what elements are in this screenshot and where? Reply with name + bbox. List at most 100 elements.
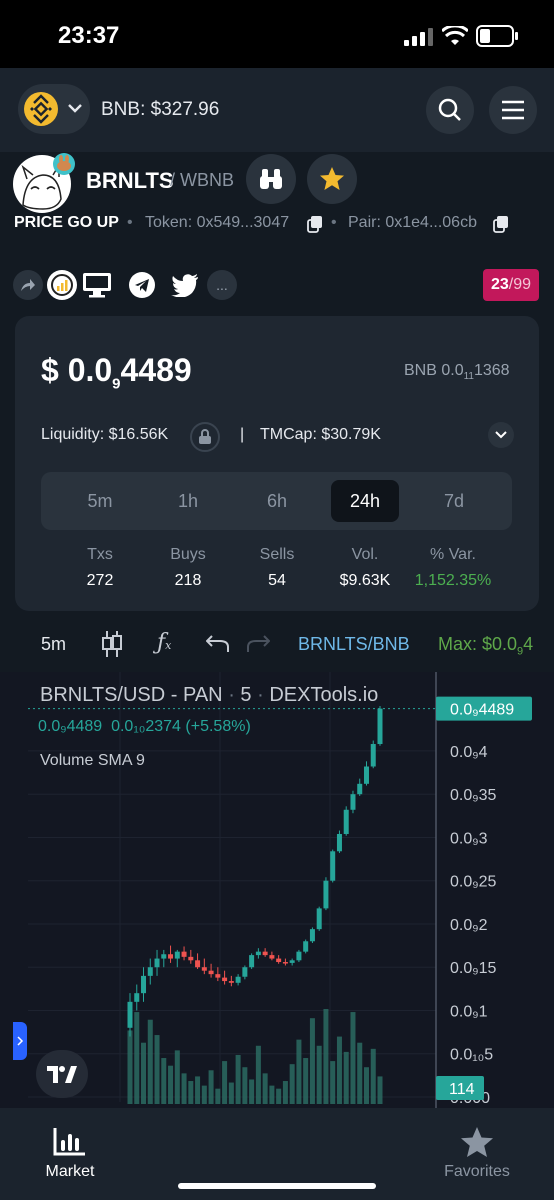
tab-1h[interactable]: 1h — [154, 480, 222, 522]
candles-icon[interactable] — [101, 630, 123, 658]
bnb-logo-icon — [24, 92, 58, 126]
website-button[interactable] — [82, 270, 112, 300]
price-bnb-tail: 1368 — [473, 362, 510, 379]
volume-bar — [316, 1045, 322, 1104]
token-tagline: PRICE GO UP — [14, 214, 119, 231]
chevron-down-icon — [495, 431, 507, 439]
copy-pair-icon[interactable] — [493, 215, 509, 233]
lock-badge[interactable] — [190, 422, 220, 452]
candle-body — [134, 993, 140, 1002]
menu-button[interactable] — [489, 86, 537, 134]
bar-chart-icon — [53, 1128, 85, 1156]
favorite-button[interactable] — [307, 154, 357, 204]
stat-sells: Sells 54 — [232, 546, 322, 590]
chart-drawer-toggle[interactable] — [13, 1022, 27, 1060]
volume-bar — [276, 1088, 282, 1104]
copy-token-icon[interactable] — [307, 215, 323, 233]
twitter-icon — [171, 274, 198, 297]
search-button[interactable] — [426, 86, 474, 134]
volume-bar — [215, 1088, 221, 1104]
price-bnb-prefix: BNB 0.0 — [404, 362, 464, 379]
chart-title-interval: 5 — [240, 684, 252, 706]
price-usd-tail: 4489 — [120, 352, 192, 388]
share-button[interactable] — [13, 270, 43, 300]
tab-5m[interactable]: 5m — [66, 480, 134, 522]
undo-icon[interactable] — [206, 634, 230, 654]
volume-bar — [309, 1018, 315, 1104]
status-time: 23:37 — [58, 22, 120, 49]
volume-bar — [377, 1076, 383, 1104]
volume-bar — [242, 1067, 248, 1104]
volume-bar — [303, 1058, 309, 1104]
chart-ohlc-change: 0.0₁₀2374 (+5.58%) — [111, 718, 251, 735]
stat-value: 218 — [174, 572, 202, 589]
chart-pair[interactable]: BRNLTS/BNB — [298, 634, 410, 655]
candle-body — [127, 1001, 133, 1028]
price-usd-prefix: $ 0.0 — [41, 352, 113, 388]
volume-bar — [336, 1036, 342, 1104]
liq-separator: | — [240, 426, 245, 443]
chart-indicator: Volume SMA 9 — [40, 752, 145, 769]
candle-body — [161, 954, 167, 959]
candle-body — [363, 766, 369, 784]
volume-bar — [154, 1035, 160, 1104]
stat-label: Sells — [259, 546, 295, 563]
volume-bar — [323, 1009, 329, 1104]
y-tick-label: 0.0₉1 — [450, 1003, 488, 1020]
candle-body — [174, 951, 180, 959]
volume-bar — [235, 1054, 241, 1104]
search-icon — [438, 98, 461, 121]
chart-title-symbol: BRNLTS/USD - PAN — [40, 684, 223, 706]
token-address: Token: 0x549...3047 — [145, 214, 290, 231]
redo-icon[interactable] — [246, 634, 270, 654]
chart-ohlc: 0.0₉4489 0.0₁₀2374 (+5.58%) — [38, 718, 251, 736]
volume-bar — [188, 1081, 194, 1104]
y-tick-label: 0.0₉3 — [450, 830, 488, 847]
more-links-button[interactable]: ... — [207, 270, 237, 300]
candle-body — [316, 908, 322, 930]
candle-body — [262, 951, 268, 956]
last-price-label: 0.0₉4489 — [450, 702, 514, 719]
nav-market[interactable]: Market — [30, 1126, 110, 1181]
candle-body — [208, 970, 214, 975]
volume-bar — [127, 1030, 133, 1104]
candle-body — [336, 833, 342, 852]
volume-bar — [147, 1019, 153, 1104]
chart-interval[interactable]: 5m — [41, 634, 66, 655]
volume-bar — [350, 1012, 356, 1104]
nav-favorites[interactable]: Favorites — [436, 1126, 518, 1181]
volume-bar — [330, 1061, 336, 1104]
chart-link-button[interactable] — [47, 270, 77, 300]
expand-button[interactable] — [488, 422, 514, 448]
chart-canvas[interactable]: 0.0₉4 0.0₉35 0.0₉3 0.0₉25 0.0₉2 0.0₉15 0.0₉1 0.… — [0, 672, 554, 1108]
watch-button[interactable] — [246, 154, 296, 204]
network-selector[interactable] — [18, 84, 90, 134]
candle-body — [377, 708, 383, 745]
candle-body — [323, 880, 329, 909]
rank-total: /99 — [508, 276, 532, 293]
indicators-icon[interactable]: ƒx — [157, 630, 171, 655]
chart-title: BRNLTS/USD - PAN · 5 · DEXTools.io — [40, 684, 378, 707]
volume-bar — [343, 1051, 349, 1104]
price-bnb-sub: 11 — [463, 371, 474, 383]
tab-7d[interactable]: 7d — [420, 480, 488, 522]
candle-body — [343, 809, 349, 834]
chart-toolbar: 5m ƒx BRNLTS/BNB Max: $0.094 — [0, 622, 554, 670]
tab-6h[interactable]: 6h — [243, 480, 311, 522]
tab-24h[interactable]: 24h — [331, 480, 399, 522]
chart-max: Max: $0.094 — [438, 634, 554, 658]
twitter-button[interactable] — [170, 270, 200, 300]
volume-bar — [296, 1039, 302, 1104]
candle-body — [289, 960, 295, 963]
meta-dot: • — [331, 214, 337, 231]
telegram-button[interactable] — [127, 270, 157, 300]
price-chart[interactable]: 0.0₉4 0.0₉35 0.0₉3 0.0₉25 0.0₉2 0.0₉15 0.0₉1 0.… — [0, 672, 554, 1108]
volume-bar — [168, 1065, 174, 1104]
candle-body — [195, 960, 201, 968]
volume-bar — [222, 1061, 228, 1104]
y-tick-label: 0.0₉2 — [450, 917, 488, 934]
share-icon — [21, 279, 35, 291]
volume-bar — [161, 1058, 167, 1104]
volume-bar — [363, 1067, 369, 1104]
tradingview-logo[interactable] — [36, 1050, 88, 1098]
